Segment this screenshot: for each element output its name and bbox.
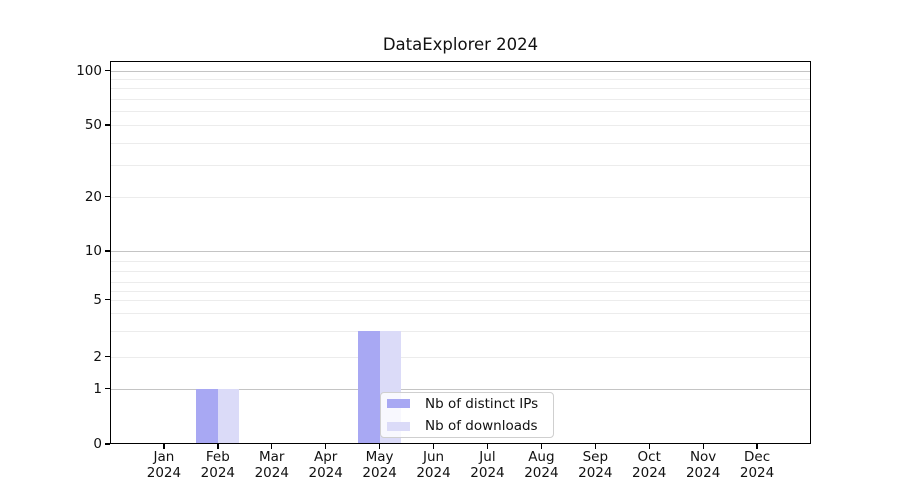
legend: Nb of distinct IPs Nb of downloads bbox=[380, 392, 554, 438]
y-minor-gridline bbox=[110, 300, 811, 301]
plot-area bbox=[110, 61, 811, 444]
y-minor-gridline bbox=[110, 261, 811, 262]
y-minor-gridline bbox=[110, 271, 811, 272]
bar-distinct-ips bbox=[196, 389, 218, 444]
x-tick-mark bbox=[271, 444, 272, 449]
chart-figure: DataExplorer 2024 Nb of distinct IPs Nb … bbox=[0, 0, 900, 500]
y-minor-gridline bbox=[110, 99, 811, 100]
y-tick-label: 5 bbox=[32, 292, 102, 308]
chart-title: DataExplorer 2024 bbox=[110, 35, 811, 54]
y-minor-gridline bbox=[110, 125, 811, 126]
y-minor-gridline bbox=[110, 197, 811, 198]
legend-label-downloads: Nb of downloads bbox=[425, 418, 538, 434]
y-minor-gridline bbox=[110, 313, 811, 314]
x-tick-mark bbox=[595, 444, 596, 449]
y-major-gridline bbox=[110, 251, 811, 252]
x-tick-mark bbox=[217, 444, 218, 449]
y-tick-label: 50 bbox=[32, 117, 102, 133]
y-minor-gridline bbox=[110, 291, 811, 292]
y-tick-label: 2 bbox=[32, 349, 102, 365]
y-tick-mark bbox=[105, 443, 110, 444]
axes-frame bbox=[110, 61, 811, 444]
x-tick-mark bbox=[163, 444, 164, 449]
x-tick-mark bbox=[325, 444, 326, 449]
legend-swatch-downloads bbox=[387, 422, 410, 431]
bar-downloads bbox=[218, 389, 240, 444]
y-minor-gridline bbox=[110, 88, 811, 89]
y-tick-label: 10 bbox=[32, 243, 102, 259]
x-tick-mark bbox=[487, 444, 488, 449]
legend-item-downloads: Nb of downloads bbox=[387, 418, 547, 436]
bar-distinct-ips bbox=[358, 331, 380, 444]
y-minor-gridline bbox=[110, 79, 811, 80]
x-tick-mark bbox=[379, 444, 380, 449]
y-major-gridline bbox=[110, 71, 811, 72]
x-tick-mark bbox=[433, 444, 434, 449]
legend-label-distinct-ips: Nb of distinct IPs bbox=[425, 396, 538, 412]
y-minor-gridline bbox=[110, 357, 811, 358]
x-tick-mark bbox=[756, 444, 757, 449]
x-tick-mark bbox=[541, 444, 542, 449]
y-tick-label: 100 bbox=[32, 63, 102, 79]
y-minor-gridline bbox=[110, 111, 811, 112]
y-minor-gridline bbox=[110, 165, 811, 166]
legend-swatch-distinct-ips bbox=[387, 399, 410, 408]
x-tick-mark bbox=[703, 444, 704, 449]
y-minor-gridline bbox=[110, 331, 811, 332]
legend-item-distinct-ips: Nb of distinct IPs bbox=[387, 395, 547, 413]
y-tick-label: 1 bbox=[32, 381, 102, 397]
y-minor-gridline bbox=[110, 143, 811, 144]
y-tick-label: 20 bbox=[32, 189, 102, 205]
x-tick-label: Dec 2024 bbox=[725, 450, 789, 481]
y-minor-gridline bbox=[110, 282, 811, 283]
x-tick-mark bbox=[649, 444, 650, 449]
y-tick-label: 0 bbox=[32, 436, 102, 452]
